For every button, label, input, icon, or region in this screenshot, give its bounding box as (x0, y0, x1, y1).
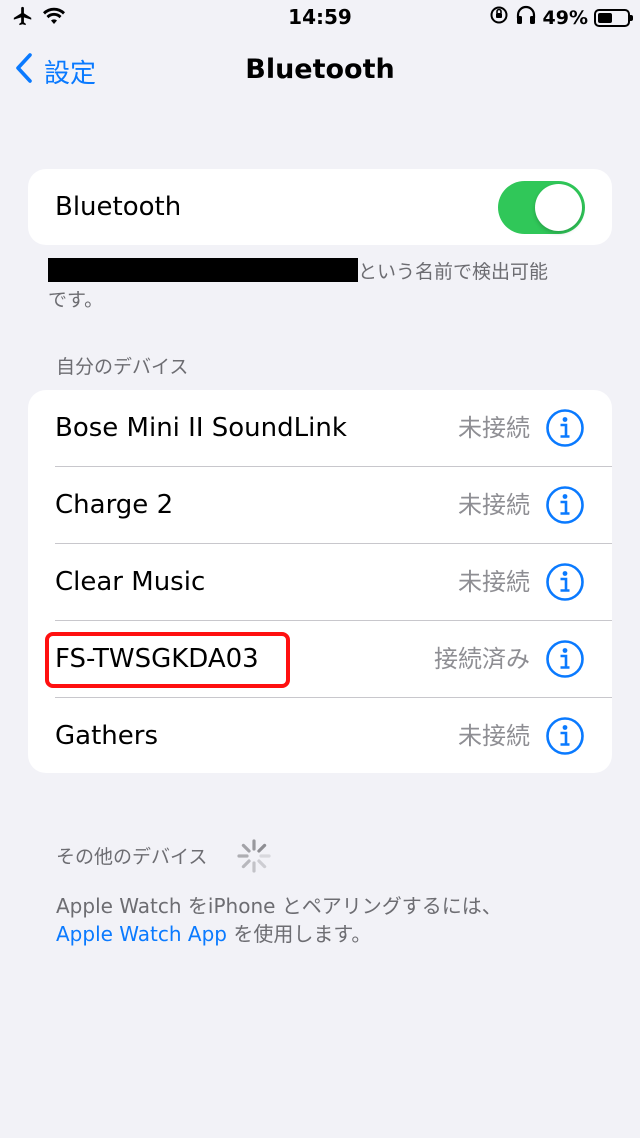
device-row[interactable]: FS-TWSGKDA03 接続済み (28, 621, 612, 698)
device-name: Charge 2 (55, 490, 174, 520)
info-icon[interactable] (545, 485, 585, 525)
spinner-spoke (257, 859, 267, 869)
info-icon[interactable] (545, 639, 585, 679)
status-bar: 14:59 49% (0, 0, 640, 36)
bluetooth-switch[interactable] (498, 181, 585, 234)
device-row[interactable]: Bose Mini II SoundLink 未接続 (28, 390, 612, 467)
other-devices-header: その他のデバイス (56, 846, 208, 868)
headphones-icon (515, 5, 537, 30)
navigation-bar: 設定 Bluetooth (0, 36, 640, 108)
apple-watch-note: Apple Watch をiPhone とペアリングするには、 Apple Wa… (56, 892, 596, 948)
spinner-spoke (257, 843, 267, 853)
device-row[interactable]: Gathers 未接続 (28, 698, 612, 773)
orientation-lock-icon (489, 5, 509, 30)
device-name: Gathers (55, 721, 158, 751)
apple-watch-app-link[interactable]: Apple Watch App (56, 922, 227, 946)
device-name: FS-TWSGKDA03 (55, 644, 259, 674)
redacted-device-name (48, 258, 358, 282)
bluetooth-label: Bluetooth (55, 192, 182, 222)
status-right: 49% (489, 5, 633, 30)
spinner-spoke (241, 843, 251, 853)
device-name: Bose Mini II SoundLink (55, 413, 347, 443)
device-status: 未接続 (458, 414, 530, 442)
info-icon[interactable] (545, 562, 585, 602)
discoverable-line2: です。 (48, 289, 104, 311)
device-status: 未接続 (458, 491, 530, 519)
device-row[interactable]: Charge 2 未接続 (28, 467, 612, 544)
device-status: 未接続 (458, 568, 530, 596)
battery-icon (594, 8, 633, 27)
my-devices-header: 自分のデバイス (56, 356, 189, 378)
page-title: Bluetooth (245, 54, 395, 85)
info-icon[interactable] (545, 716, 585, 756)
footer-text-before: Apple Watch をiPhone とペアリングするには、 (56, 894, 502, 918)
my-devices-list: Bose Mini II SoundLink 未接続 Charge 2 未接続 … (28, 390, 612, 773)
device-name: Clear Music (55, 567, 206, 597)
switch-knob (535, 184, 582, 231)
spinner-spoke (241, 859, 251, 869)
device-status: 未接続 (458, 722, 530, 750)
footer-text-after: を使用します。 (227, 922, 372, 946)
battery-percent: 49% (542, 6, 588, 29)
device-row[interactable]: Clear Music 未接続 (28, 544, 612, 621)
bluetooth-toggle-card: Bluetooth (28, 169, 612, 245)
device-status: 接続済み (434, 645, 530, 673)
spinner-icon (237, 839, 271, 873)
info-icon[interactable] (545, 408, 585, 448)
discoverable-text: という名前で検出可能 です。 (48, 258, 588, 314)
battery-fill (598, 12, 612, 23)
discoverable-suffix: という名前で検出可能 (358, 261, 549, 283)
